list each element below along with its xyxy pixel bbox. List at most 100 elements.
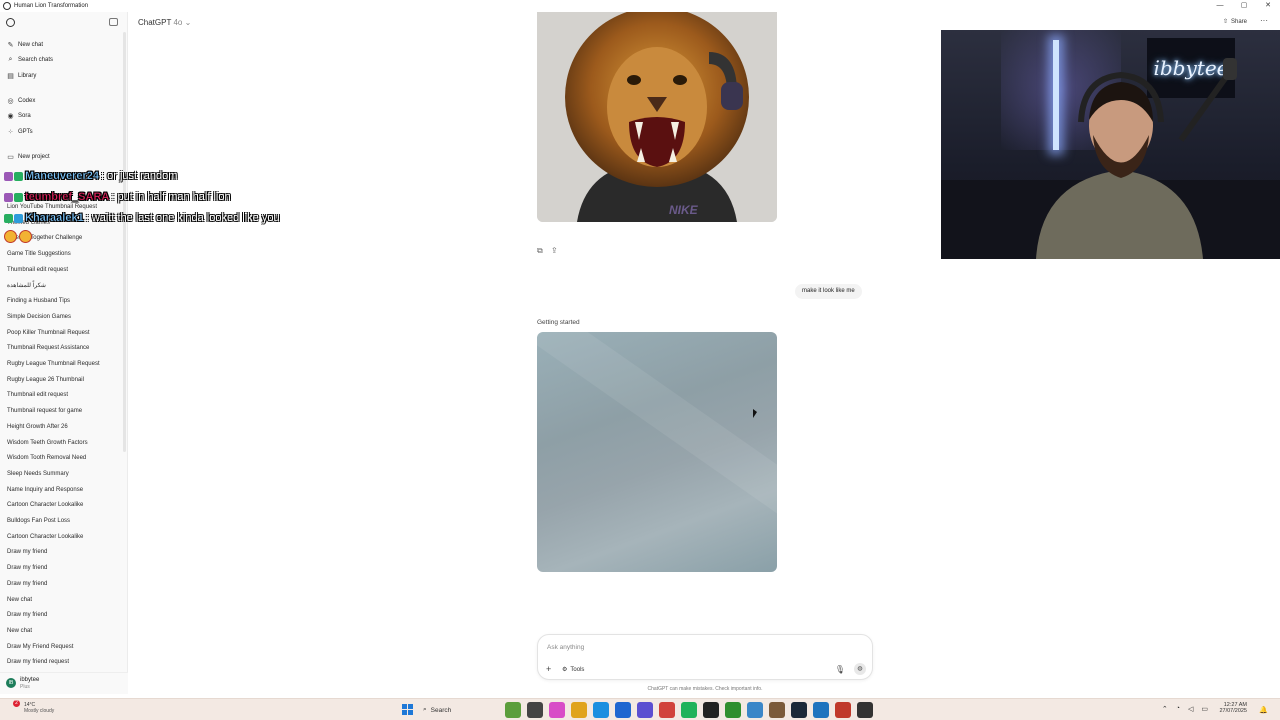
taskbar-app-icon[interactable] — [681, 702, 697, 718]
chat-history-item[interactable]: Draw My Friend Request — [7, 641, 122, 653]
sidebar-item-new-project[interactable]: ▭ New project — [7, 151, 122, 163]
chat-history-item[interactable]: Cartoon Character Lookalike — [7, 531, 122, 543]
chat-history-item[interactable]: Name Inquiry and Response — [7, 484, 122, 496]
minimize-button[interactable]: — — [1208, 0, 1232, 12]
microphone-icon[interactable]: 🎙 — [835, 665, 845, 674]
sidebar-item-library[interactable]: ▤ Library — [7, 70, 122, 82]
sidebar-scrollbar[interactable] — [123, 32, 126, 452]
chat-history-item[interactable]: Draw my friend — [7, 562, 122, 574]
taskbar-app-icon[interactable] — [835, 702, 851, 718]
chat-history-item[interactable]: Draw my friend — [7, 578, 122, 590]
copy-icon[interactable]: ⧉ — [537, 246, 543, 256]
taskbar-app-icon[interactable] — [747, 702, 763, 718]
weather-widget[interactable]: 14°C Mostly cloudy — [24, 702, 54, 714]
taskbar-app-icon[interactable] — [637, 702, 653, 718]
taskbar-app-icon[interactable] — [725, 702, 741, 718]
taskbar-app-icon[interactable] — [791, 702, 807, 718]
chat-history-item[interactable]: Sleep Needs Summary — [7, 468, 122, 480]
taskbar-app-icon[interactable] — [505, 702, 521, 718]
windows-taskbar: 2 14°C Mostly cloudy ⌕ Search ⌃ ◔ ◁ ▭ 12… — [0, 698, 1280, 720]
generated-lion-image[interactable]: NIKE — [537, 12, 777, 222]
chat-history-item[interactable]: Draw my friend request — [7, 656, 122, 668]
chat-history-item[interactable]: Wisdom Teeth Growth Factors — [7, 437, 122, 449]
window-titlebar: Human Lion Transformation — ▢ ✕ — [0, 0, 1280, 12]
model-selector[interactable]: ChatGPT 4o ⌄ — [138, 18, 191, 27]
chevron-up-icon[interactable]: ⌃ — [1162, 705, 1168, 713]
chat-history-item[interactable]: Poop Killer Thumbnail Request — [7, 327, 122, 339]
chat-history-item[interactable]: Thumbnail Request Assistance — [7, 342, 122, 354]
mouse-cursor-icon — [753, 409, 757, 418]
sidebar-toggle-icon[interactable] — [109, 18, 118, 26]
taskbar-app-icon[interactable] — [571, 702, 587, 718]
more-options-button[interactable]: ··· — [1260, 16, 1268, 25]
user-profile[interactable]: IB ibbytee Plus — [0, 672, 128, 694]
share-icon[interactable]: ⇪ — [551, 246, 558, 255]
sidebar-item-label: Codex — [18, 98, 36, 104]
tools-label: Tools — [570, 666, 585, 673]
network-icon[interactable]: ◔ — [1176, 705, 1180, 713]
taskbar-app-icon[interactable] — [769, 702, 785, 718]
chat-history-item[interactable]: New chat — [7, 625, 122, 637]
model-version: 4o — [173, 18, 183, 27]
avatar: IB — [6, 678, 16, 688]
chat-history-item[interactable]: Wisdom Tooth Removal Need — [7, 452, 122, 464]
sidebar-item-gpts[interactable]: ⁘ GPTs — [7, 126, 122, 138]
sidebar-item-label: Sora — [18, 113, 31, 119]
message-composer[interactable]: Ask anything + ⚙ Tools 🎙 ◍ — [537, 634, 873, 680]
openai-logo-icon[interactable] — [6, 18, 15, 27]
composer-input[interactable]: Ask anything — [547, 644, 584, 651]
disclaimer: ChatGPT can make mistakes. Check importa… — [647, 686, 763, 692]
taskbar-app-icon[interactable] — [857, 702, 873, 718]
taskbar-app-icon[interactable] — [527, 702, 543, 718]
taskbar-app-icon[interactable] — [659, 702, 675, 718]
chat-history-item[interactable]: Draw my friend — [7, 546, 122, 558]
sidebar-item-search-chats[interactable]: ⌕ Search chats — [7, 54, 122, 66]
attach-button[interactable]: + — [546, 664, 551, 674]
speaker-icon[interactable]: ◁ — [1188, 705, 1193, 713]
generation-status: Getting started — [537, 319, 580, 326]
taskbar-app-icon[interactable] — [593, 702, 609, 718]
share-button[interactable]: ⇧ Share — [1223, 18, 1247, 26]
battery-icon[interactable]: ▭ — [1201, 705, 1208, 713]
sliders-icon: ⚙ — [562, 667, 568, 673]
sidebar-item-codex[interactable]: ◎ Codex — [7, 95, 122, 107]
streamer-figure — [941, 58, 1280, 259]
chat-history-item[interactable]: Thumbnail edit request — [7, 264, 122, 276]
chat-history-item[interactable]: Game Title Suggestions — [7, 248, 122, 260]
chat-history-item[interactable]: Cartoon Character Lookalike — [7, 499, 122, 511]
taskbar-app-icon[interactable] — [615, 702, 631, 718]
close-button[interactable]: ✕ — [1256, 0, 1280, 12]
chat-history-item[interactable]: Bulldogs Fan Post Loss — [7, 515, 122, 527]
start-button[interactable] — [402, 704, 413, 715]
weather-alert-badge: 2 — [13, 700, 20, 707]
chat-history-item[interactable]: New chat — [7, 594, 122, 606]
taskbar-app-icon[interactable] — [703, 702, 719, 718]
chat-history-item[interactable]: Simple Decision Games — [7, 311, 122, 323]
taskbar-search[interactable]: ⌕ Search — [423, 704, 451, 716]
chat-history-item[interactable]: Draw my friend — [7, 609, 122, 621]
share-label: Share — [1230, 18, 1247, 25]
notification-bell-icon[interactable]: 🔔 — [1259, 706, 1268, 714]
taskbar-app-icon[interactable] — [549, 702, 565, 718]
sidebar-item-new-chat[interactable]: ✎ New chat — [7, 39, 122, 51]
chat-history-item[interactable]: Rugby League Thumbnail Request — [7, 358, 122, 370]
chat-history-item[interactable]: Rugby League 26 Thumbnail — [7, 374, 122, 386]
sidebar-item-label: New chat — [18, 42, 44, 48]
chat-badges — [4, 213, 23, 223]
stream-chat-message: Maneuverer24: or just random — [4, 170, 177, 182]
taskbar-app-icon[interactable] — [813, 702, 829, 718]
chat-history-item[interactable]: Thumbnail request for game — [7, 405, 122, 417]
tools-button[interactable]: ⚙ Tools — [562, 666, 585, 674]
sidebar-item-sora[interactable]: ◉ Sora — [7, 110, 122, 122]
voice-mode-button[interactable]: ◍ — [854, 663, 866, 675]
weather-condition: Mostly cloudy — [24, 708, 55, 714]
chat-history-item[interactable]: Thumbnail edit request — [7, 389, 122, 401]
maximize-button[interactable]: ▢ — [1232, 0, 1256, 12]
sidebar-header — [0, 12, 128, 34]
chat-history-item[interactable]: Finding a Husband Tips — [7, 295, 122, 307]
chat-history-item[interactable]: شكراً للمشاهدة — [7, 280, 122, 292]
chat-history-item[interactable]: Height Growth After 26 — [7, 421, 122, 433]
window-title: Human Lion Transformation — [14, 3, 89, 9]
system-tray: ⌃ ◔ ◁ ▭ — [1162, 705, 1208, 713]
clock[interactable]: 12:27 AM 27/07/2025 — [1219, 702, 1247, 714]
